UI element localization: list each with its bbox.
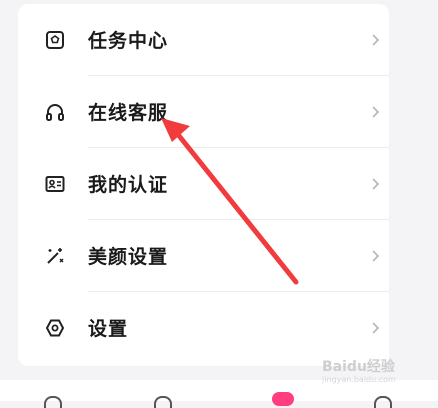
chevron-right-icon <box>372 322 380 334</box>
chevron-right-icon <box>372 106 380 118</box>
gear-icon <box>45 319 65 337</box>
chevron-right-icon <box>372 178 380 190</box>
id-card-icon <box>45 176 65 192</box>
menu-item-settings[interactable]: 设置 <box>18 292 389 364</box>
watermark: Baidu经验 jingyan.baidu.com <box>322 356 412 386</box>
menu-item-label: 在线客服 <box>88 102 169 124</box>
menu-item-beauty-settings[interactable]: 美颜设置 <box>18 220 389 292</box>
nav-tab-icon[interactable] <box>44 396 62 408</box>
menu-card: 任务中心 在线客服 我的认证 美颜设置 设置 <box>18 4 389 366</box>
watermark-sub: jingyan.baidu.com <box>322 375 396 384</box>
chevron-right-icon <box>372 34 380 46</box>
watermark-text: Baidu经验 <box>322 359 395 375</box>
menu-item-task-center[interactable]: 任务中心 <box>18 4 389 76</box>
magic-wand-icon <box>47 248 64 264</box>
chevron-right-icon <box>372 250 380 262</box>
nav-tab-icon[interactable] <box>154 396 172 408</box>
menu-item-online-service[interactable]: 在线客服 <box>18 76 389 148</box>
headphones-icon <box>46 104 64 121</box>
task-icon <box>46 31 64 49</box>
menu-item-my-verification[interactable]: 我的认证 <box>18 148 389 220</box>
menu-item-label: 美颜设置 <box>88 246 169 268</box>
menu-item-label: 设置 <box>88 318 129 340</box>
menu-item-label: 任务中心 <box>88 30 169 52</box>
notification-badge <box>272 392 294 406</box>
nav-tab-icon[interactable] <box>374 396 392 408</box>
menu-item-label: 我的认证 <box>88 174 169 196</box>
